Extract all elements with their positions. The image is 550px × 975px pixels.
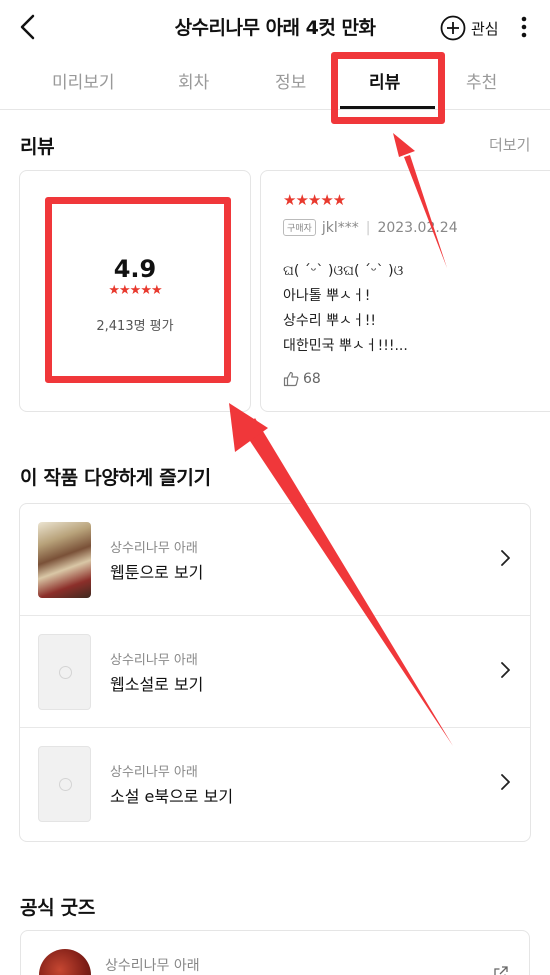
meta-divider: | xyxy=(365,219,371,236)
goods-series-name: 상수리나무 아래 xyxy=(105,958,200,974)
rating-highlight-box xyxy=(45,197,231,383)
review-meta: 구매자 jkl*** | 2023.02.24 xyxy=(283,219,458,236)
review-date: 2023.02.24 xyxy=(377,219,458,236)
more-options-icon[interactable] xyxy=(514,12,534,42)
review-line: 상수리 뿌ㅅㅓ!! xyxy=(283,313,376,329)
like-count: 68 xyxy=(303,371,321,387)
placeholder-cover-image xyxy=(38,746,91,822)
tab-info[interactable]: 정보 xyxy=(275,68,306,93)
tab-preview[interactable]: 미리보기 xyxy=(52,68,115,93)
tab-recommend[interactable]: 추천 xyxy=(466,68,497,93)
chevron-right-icon xyxy=(501,774,510,790)
list-item-webnovel[interactable]: 상수리나무 아래 웹소설로 보기 xyxy=(20,616,530,728)
goods-section-title: 공식 굿즈 xyxy=(20,897,96,919)
review-line: 아나톨 뿌ㅅㅓ! xyxy=(283,288,371,304)
list-item-webtoon[interactable]: 상수리나무 아래 웹툰으로 보기 xyxy=(20,504,530,616)
tab-highlight-box xyxy=(331,52,445,124)
format-list: 상수리나무 아래 웹툰으로 보기 상수리나무 아래 웹소설로 보기 상수리나무 … xyxy=(19,503,531,842)
plus-circle-icon xyxy=(440,15,466,41)
placeholder-cover-image xyxy=(38,634,91,710)
thumbs-up-icon xyxy=(283,371,299,387)
series-name: 상수리나무 아래 xyxy=(110,541,198,556)
review-text: ଘ( ˊᵕˋ )ଓଘ( ˊᵕˋ )ଓ 아나톨 뿌ㅅㅓ! 상수리 뿌ㅅㅓ!! 대한민국 … xyxy=(283,259,408,359)
favorite-label: 관심 xyxy=(471,19,499,38)
review-line: 대한민국 뿌ㅅㅓ!!!... xyxy=(283,338,408,354)
top-bar: 상수리나무 아래 4컷 만화 관심 xyxy=(0,0,550,54)
goods-thumbnail-image xyxy=(39,949,91,975)
external-link-icon xyxy=(494,966,508,975)
review-user: jkl*** xyxy=(321,219,359,236)
list-item-ebook[interactable]: 상수리나무 아래 소설 e북으로 보기 xyxy=(20,728,530,840)
chevron-right-icon xyxy=(501,662,510,678)
series-name: 상수리나무 아래 xyxy=(110,765,198,780)
review-section-title: 리뷰 xyxy=(20,136,55,158)
chevron-right-icon xyxy=(501,550,510,566)
review-stars: ★★★★★ xyxy=(283,191,346,209)
favorite-button[interactable]: 관심 xyxy=(440,14,499,42)
format-label: 소설 e북으로 보기 xyxy=(110,787,234,806)
format-label: 웹소설로 보기 xyxy=(110,675,204,694)
tab-bar: 미리보기 회차 정보 리뷰 추천 xyxy=(0,54,550,110)
buyer-badge: 구매자 xyxy=(283,219,316,236)
review-card[interactable]: ★★★★★ 구매자 jkl*** | 2023.02.24 ଘ( ˊᵕˋ )ଓଘ… xyxy=(260,170,550,412)
series-name: 상수리나무 아래 xyxy=(110,653,198,668)
goods-item[interactable]: 상수리나무 아래 xyxy=(20,930,530,975)
tab-episodes[interactable]: 회차 xyxy=(178,68,209,93)
like-button[interactable]: 68 xyxy=(283,371,321,387)
more-reviews-link[interactable]: 더보기 xyxy=(489,134,530,155)
format-label: 웹툰으로 보기 xyxy=(110,563,204,582)
enjoy-section-title: 이 작품 다양하게 즐기기 xyxy=(20,467,211,489)
review-line: ଘ( ˊᵕˋ )ଓଘ( ˊᵕˋ )ଓ xyxy=(283,263,404,279)
webtoon-cover-image xyxy=(38,522,91,598)
